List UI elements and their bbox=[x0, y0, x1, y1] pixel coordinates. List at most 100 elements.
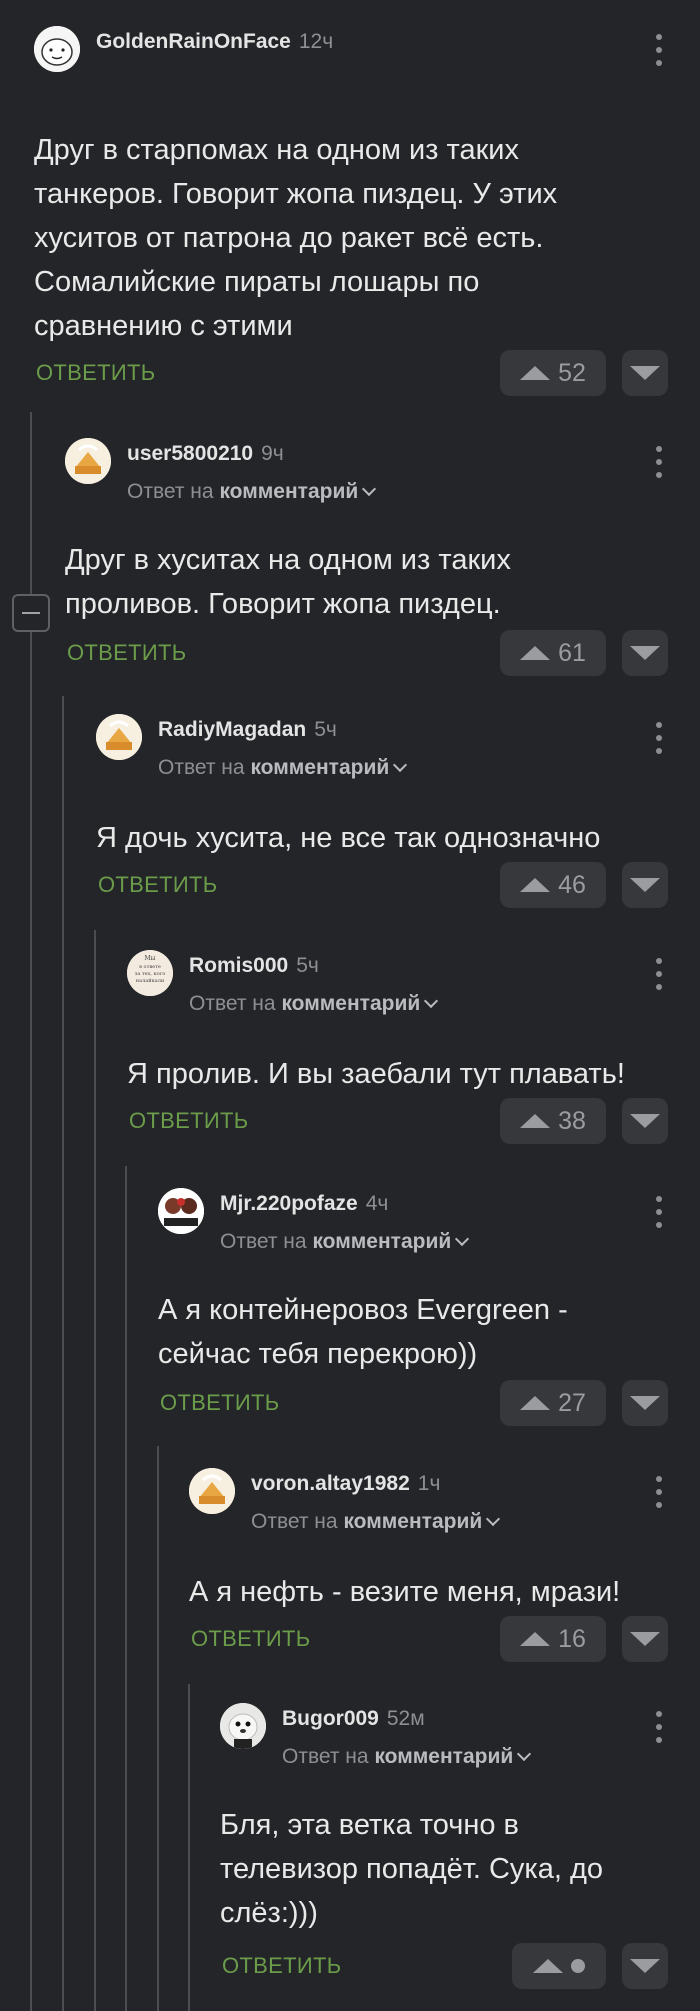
avatar-text: налайкали bbox=[136, 978, 165, 984]
author-name[interactable]: user5800210 bbox=[127, 442, 253, 465]
text-line: Я пролив. И вы заебали тут плавать! bbox=[127, 1058, 625, 1090]
avatar[interactable] bbox=[96, 714, 142, 760]
author-name[interactable]: RadiyMagadan bbox=[158, 718, 306, 741]
reply-button[interactable]: ОТВЕТИТЬ bbox=[222, 1953, 341, 1979]
reply-to-link[interactable]: Ответ на комментарий bbox=[220, 1230, 470, 1254]
avatar[interactable] bbox=[34, 26, 80, 72]
comment-time: 52м bbox=[386, 1707, 425, 1730]
avatar[interactable] bbox=[189, 1468, 235, 1514]
reply-to-target[interactable]: комментарий bbox=[374, 1745, 513, 1768]
upvote-icon bbox=[520, 878, 551, 892]
more-options-icon[interactable] bbox=[650, 1476, 668, 1508]
rating-count: 38 bbox=[558, 1106, 586, 1135]
upvote-button[interactable]: 46 bbox=[500, 862, 606, 908]
reply-button[interactable]: ОТВЕТИТЬ bbox=[98, 872, 217, 898]
thread-line bbox=[30, 412, 32, 2011]
avatar[interactable] bbox=[158, 1188, 204, 1234]
reply-to-link[interactable]: Ответ на комментарий bbox=[251, 1510, 501, 1534]
upvote-button[interactable]: 52 bbox=[500, 350, 606, 396]
avatar-text: за тех, кого bbox=[135, 971, 166, 977]
reply-to-target[interactable]: комментарий bbox=[343, 1510, 482, 1533]
more-options-icon[interactable] bbox=[650, 722, 668, 754]
author-name[interactable]: Mjr.220pofaze bbox=[220, 1192, 358, 1215]
text-line: слёз:))) bbox=[220, 1897, 318, 1929]
comment-text: Друг в хуситах на одном из таких проливо… bbox=[65, 538, 668, 626]
more-options-icon[interactable] bbox=[650, 958, 668, 990]
upvote-button[interactable]: 16 bbox=[500, 1616, 606, 1662]
text-line: хуситов от патрона до ракет всё есть. bbox=[34, 222, 544, 254]
upvote-button[interactable] bbox=[512, 1943, 606, 1989]
downvote-button[interactable] bbox=[622, 1616, 668, 1662]
comment-text: А я контейнеровоз Evergreen - сейчас теб… bbox=[158, 1288, 668, 1376]
reply-button[interactable]: ОТВЕТИТЬ bbox=[160, 1390, 279, 1416]
more-options-icon[interactable] bbox=[650, 1711, 668, 1743]
thread-line bbox=[125, 1166, 127, 2011]
reply-to-link[interactable]: Ответ на комментарий bbox=[282, 1745, 532, 1769]
reply-to-target[interactable]: комментарий bbox=[312, 1230, 451, 1253]
text-line: А я нефть - везите меня, мрази! bbox=[189, 1576, 621, 1608]
chevron-down-icon bbox=[517, 1746, 532, 1762]
more-options-icon[interactable] bbox=[650, 446, 668, 478]
author-name[interactable]: Bugor009 bbox=[282, 1707, 379, 1730]
text-line: Я дочь хусита, не все так однозначно bbox=[96, 822, 601, 854]
upvote-button[interactable]: 27 bbox=[500, 1380, 606, 1426]
downvote-button[interactable] bbox=[622, 630, 668, 676]
avatar[interactable] bbox=[220, 1703, 266, 1749]
avatar[interactable]: Мы в ответе за тех, кого налайкали bbox=[127, 950, 173, 996]
downvote-button[interactable] bbox=[622, 1380, 668, 1426]
thread-line bbox=[188, 1684, 190, 2011]
text-line: проливов. Говорит жопа пиздец. bbox=[65, 588, 501, 620]
reply-button[interactable]: ОТВЕТИТЬ bbox=[36, 360, 155, 386]
downvote-icon bbox=[630, 1632, 660, 1646]
upvote-icon bbox=[520, 646, 551, 660]
comment-time: 4ч bbox=[365, 1192, 389, 1215]
reply-to-prefix: Ответ на bbox=[189, 992, 276, 1015]
text-line: Бля, эта ветка точно в bbox=[220, 1809, 519, 1841]
text-line: сравнению с этими bbox=[34, 310, 293, 342]
reply-to-prefix: Ответ на bbox=[282, 1745, 369, 1768]
reply-to-target[interactable]: комментарий bbox=[281, 992, 420, 1015]
upvote-icon bbox=[520, 1114, 551, 1128]
downvote-button[interactable] bbox=[622, 1943, 668, 1989]
reply-to-target[interactable]: комментарий bbox=[219, 480, 358, 503]
author-name[interactable]: GoldenRainOnFace bbox=[96, 30, 291, 53]
reply-to-link[interactable]: Ответ на комментарий bbox=[158, 756, 408, 780]
author-name[interactable]: Romis000 bbox=[189, 954, 288, 977]
text-line: сейчас тебя перекрою)) bbox=[158, 1338, 478, 1370]
comment-text: Я пролив. И вы заебали тут плавать! bbox=[127, 1052, 668, 1096]
reply-to-prefix: Ответ на bbox=[158, 756, 245, 779]
rating-count: 27 bbox=[558, 1388, 586, 1417]
reply-button[interactable]: ОТВЕТИТЬ bbox=[67, 640, 186, 666]
downvote-button[interactable] bbox=[622, 1098, 668, 1144]
more-options-icon[interactable] bbox=[650, 1196, 668, 1228]
comment-text: Я дочь хусита, не все так однозначно bbox=[96, 816, 668, 860]
comment: voron.altay1982 1ч Ответ на комментарий А… bbox=[189, 1468, 668, 1662]
downvote-button[interactable] bbox=[622, 862, 668, 908]
upvote-button[interactable]: 61 bbox=[500, 630, 606, 676]
reply-to-target[interactable]: комментарий bbox=[250, 756, 389, 779]
text-line: Друг в хуситах на одном из таких bbox=[65, 544, 511, 576]
comment: Mjr.220pofaze 4ч Ответ на комментарий А я… bbox=[158, 1188, 668, 1426]
downvote-button[interactable] bbox=[622, 350, 668, 396]
downvote-icon bbox=[630, 1114, 660, 1128]
reply-to-prefix: Ответ на bbox=[127, 480, 214, 503]
rating-hidden-dot bbox=[571, 1959, 585, 1973]
comment-time: 5ч bbox=[314, 718, 337, 741]
more-options-icon[interactable] bbox=[650, 34, 668, 66]
chevron-down-icon bbox=[486, 1511, 501, 1527]
comment-text: Друг в старпомах на одном из таких танке… bbox=[34, 128, 668, 348]
avatar[interactable] bbox=[65, 438, 111, 484]
author-name[interactable]: voron.altay1982 bbox=[251, 1472, 410, 1495]
reply-to-link[interactable]: Ответ на комментарий bbox=[127, 480, 377, 504]
reply-button[interactable]: ОТВЕТИТЬ bbox=[129, 1108, 248, 1134]
reply-to-link[interactable]: Ответ на комментарий bbox=[189, 992, 439, 1016]
collapse-thread-button[interactable] bbox=[12, 594, 50, 632]
reply-to-prefix: Ответ на bbox=[251, 1510, 338, 1533]
comment-text: Бля, эта ветка точно в телевизор попадёт… bbox=[220, 1803, 668, 1935]
thread-line bbox=[94, 930, 96, 2011]
avatar-text: в ответе bbox=[139, 964, 161, 970]
reply-button[interactable]: ОТВЕТИТЬ bbox=[191, 1626, 310, 1652]
text-line: Сомалийские пираты лошары по bbox=[34, 266, 480, 298]
rating-count: 16 bbox=[558, 1624, 586, 1653]
upvote-button[interactable]: 38 bbox=[500, 1098, 606, 1144]
